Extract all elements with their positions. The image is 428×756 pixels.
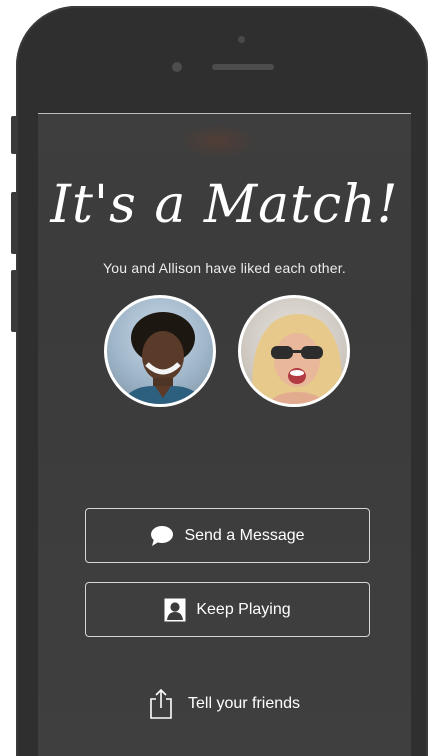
keep-playing-label: Keep Playing xyxy=(196,600,291,618)
mute-switch xyxy=(11,116,18,154)
earpiece-speaker xyxy=(212,64,274,70)
volume-up-button xyxy=(11,192,18,254)
match-subtitle: You and Allison have liked each other. xyxy=(103,260,346,276)
send-message-label: Send a Message xyxy=(184,526,305,544)
person-card-icon xyxy=(164,598,186,621)
chat-bubble-icon xyxy=(151,525,174,546)
front-camera xyxy=(172,62,182,72)
share-icon xyxy=(150,688,172,719)
user-photo xyxy=(120,312,206,404)
front-sensor xyxy=(238,36,245,43)
match-screen: It's a Match! You and Allison have liked… xyxy=(38,113,411,756)
tell-friends-button[interactable]: Tell your friends xyxy=(148,684,328,724)
send-message-button[interactable]: Send a Message xyxy=(85,508,370,563)
match-photo xyxy=(252,314,342,404)
match-avatar xyxy=(238,295,350,407)
keep-playing-button[interactable]: Keep Playing xyxy=(85,582,370,637)
match-title: It's a Match! xyxy=(50,175,399,235)
volume-down-button xyxy=(11,270,18,332)
tell-friends-label: Tell your friends xyxy=(188,695,301,712)
user-avatar xyxy=(104,295,216,407)
